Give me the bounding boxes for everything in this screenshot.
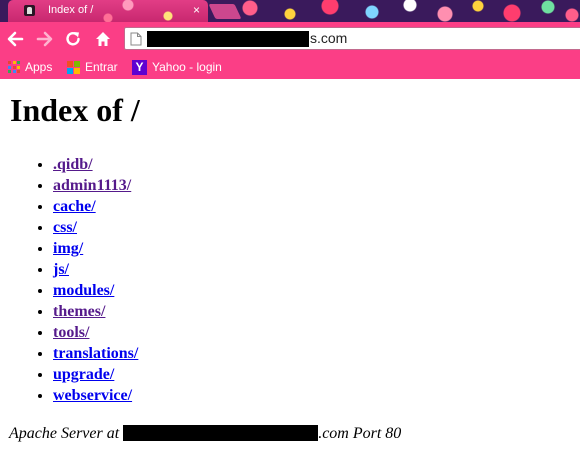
list-item: .qidb/ — [53, 154, 138, 175]
dir-link[interactable]: admin1113/ — [53, 177, 131, 194]
list-item: modules/ — [53, 280, 138, 301]
windows-logo-icon — [67, 60, 80, 74]
tab-title: Index of / — [48, 4, 94, 16]
list-item: upgrade/ — [53, 364, 138, 385]
yahoo-logo-icon: Y — [132, 59, 147, 75]
home-icon — [96, 32, 110, 46]
redacted-hostname-block — [123, 425, 319, 441]
apps-grid-icon — [8, 61, 20, 73]
bookmark-label: Yahoo - login — [152, 60, 222, 74]
server-signature: Apache Server at .com Port 80 — [9, 424, 401, 444]
list-item: webservice/ — [53, 385, 138, 406]
list-item: translations/ — [53, 343, 138, 364]
tab-close-icon[interactable]: × — [193, 3, 200, 17]
address-bar[interactable]: s.com — [124, 27, 580, 50]
bookmark-label: Entrar — [85, 60, 118, 74]
dir-link[interactable]: tools/ — [53, 324, 89, 341]
dir-link[interactable]: translations/ — [53, 345, 138, 362]
site-favicon-icon — [24, 5, 35, 16]
list-item: themes/ — [53, 301, 138, 322]
list-item: img/ — [53, 238, 138, 259]
home-button[interactable] — [92, 28, 114, 50]
forward-arrow-icon — [36, 31, 53, 47]
list-item: cache/ — [53, 196, 138, 217]
dir-link[interactable]: cache/ — [53, 198, 96, 215]
dir-link[interactable]: modules/ — [53, 282, 114, 299]
url-text: s.com — [310, 30, 348, 46]
bookmark-apps[interactable]: Apps — [8, 59, 52, 75]
dir-link[interactable]: .qidb/ — [53, 156, 93, 173]
bookmark-entrar[interactable]: Entrar — [67, 59, 118, 75]
list-item: tools/ — [53, 322, 138, 343]
title-bar: Index of / × — [0, 0, 580, 22]
redacted-url-block — [147, 31, 309, 47]
dir-link[interactable]: js/ — [53, 261, 69, 278]
dir-link[interactable]: themes/ — [53, 303, 105, 320]
page-icon — [130, 32, 142, 46]
reload-icon — [66, 32, 80, 46]
new-tab-button[interactable] — [208, 4, 242, 19]
tab-index-of[interactable]: Index of / × — [8, 0, 208, 22]
directory-list: .qidb/ admin1113/ cache/ css/ img/ js/ m… — [14, 154, 138, 406]
bookmarks-bar: Apps Entrar Y Yahoo - login — [0, 55, 580, 79]
list-item: js/ — [53, 259, 138, 280]
dir-link[interactable]: upgrade/ — [53, 366, 114, 383]
bookmark-label: Apps — [25, 60, 53, 74]
forward-button[interactable] — [34, 28, 56, 50]
bookmark-yahoo-login[interactable]: Y Yahoo - login — [132, 59, 222, 75]
dir-link[interactable]: css/ — [53, 219, 77, 236]
back-arrow-icon — [7, 31, 24, 47]
list-item: admin1113/ — [53, 175, 138, 196]
back-button[interactable] — [4, 28, 26, 50]
page-title: Index of / — [10, 92, 140, 128]
dir-link[interactable]: webservice/ — [53, 387, 132, 404]
dir-link[interactable]: img/ — [53, 240, 83, 257]
server-signature-prefix: Apache Server at — [9, 425, 124, 442]
server-signature-suffix: .com Port 80 — [318, 425, 402, 442]
list-item: css/ — [53, 217, 138, 238]
reload-button[interactable] — [62, 28, 84, 50]
